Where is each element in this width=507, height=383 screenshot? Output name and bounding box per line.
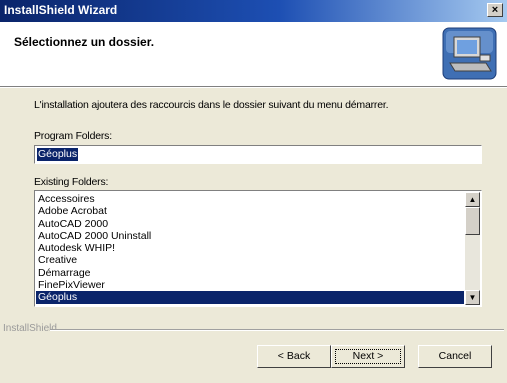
installshield-brand-label: InstallShield [3,323,57,334]
installshield-wizard-window: InstallShield Wizard × Sélectionnez un d… [0,0,507,383]
header-divider-highlight [0,87,507,88]
installshield-computer-icon [442,27,497,80]
folder-list-item[interactable]: FinePixViewer [36,279,464,291]
folder-list-item[interactable]: AutoCAD 2000 Uninstall [36,230,464,242]
folder-list-item[interactable]: Démarrage [36,267,464,279]
header-panel: Sélectionnez un dossier. [0,22,507,86]
existing-folders-label: Existing Folders: [34,176,109,188]
program-folders-input[interactable]: Géoplus [34,145,482,164]
footer-divider-highlight [50,330,504,331]
scroll-up-button[interactable]: ▲ [465,192,480,207]
vertical-scrollbar[interactable]: ▲ ▼ [465,192,480,305]
program-folders-label: Program Folders: [34,130,112,142]
folder-list-items: Accessoires Adobe Acrobat AutoCAD 2000 Auto… [36,193,464,304]
folder-list-item[interactable]: Autodesk WHIP! [36,242,464,254]
close-button[interactable]: × [487,3,503,17]
program-folders-value: Géoplus [37,148,79,161]
folder-list-item[interactable]: Creative [36,254,464,266]
folder-list-item[interactable]: Accessoires [36,193,464,205]
folder-list-item[interactable]: Adobe Acrobat [36,205,464,217]
scroll-thumb[interactable] [465,207,480,235]
next-button[interactable]: Next > [331,345,405,368]
folder-list-item[interactable]: Géoplus [36,291,464,304]
existing-folders-list[interactable]: Accessoires Adobe Acrobat AutoCAD 2000 Auto… [34,190,482,307]
window-title: InstallShield Wizard [4,3,118,17]
scroll-down-button[interactable]: ▼ [465,290,480,305]
page-heading: Sélectionnez un dossier. [14,35,155,49]
cancel-button[interactable]: Cancel [418,345,492,368]
folder-list-item[interactable]: AutoCAD 2000 [36,218,464,230]
back-button[interactable]: < Back [257,345,331,368]
instruction-text: L'installation ajoutera des raccourcis d… [34,99,389,111]
title-bar[interactable]: InstallShield Wizard × [0,0,507,22]
